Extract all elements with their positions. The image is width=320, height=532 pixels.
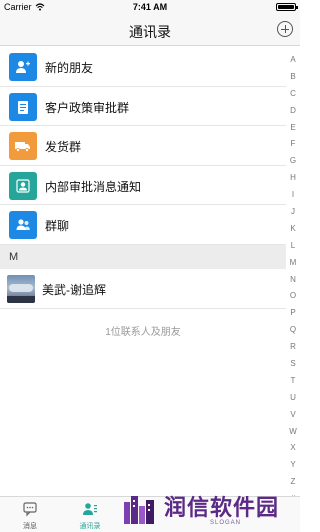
page-title: 通讯录 — [129, 24, 171, 40]
alphabet-letter[interactable]: O — [290, 288, 296, 305]
alphabet-letter[interactable]: E — [290, 120, 295, 137]
alphabet-letter[interactable]: A — [290, 52, 295, 69]
contact-name: 美武-谢追辉 — [42, 282, 106, 297]
truck-icon — [9, 132, 37, 161]
tab-label: 通讯录 — [79, 523, 101, 530]
list-item-label: 群聊 — [45, 219, 70, 234]
alphabet-letter[interactable]: C — [290, 86, 296, 103]
alphabet-letter[interactable]: D — [290, 103, 296, 120]
list-item-label: 新的朋友 — [45, 61, 94, 75]
avatar — [7, 274, 35, 303]
alphabet-letter[interactable]: Q — [290, 322, 296, 339]
alphabet-letter[interactable]: J — [291, 204, 295, 221]
contacts-icon — [83, 503, 97, 515]
watermark-text: 润信软件园 — [164, 495, 280, 520]
status-time: 7:41 AM — [132, 2, 168, 12]
add-circle-icon[interactable] — [277, 21, 293, 37]
alphabet-letter[interactable]: I — [292, 187, 294, 204]
message-icon — [23, 502, 37, 517]
building-logo-icon — [124, 496, 154, 524]
section-header: M — [0, 244, 286, 269]
list-item-label: 客户政策审批群 — [45, 100, 130, 115]
alphabet-letter[interactable]: M — [290, 255, 297, 272]
person-card-icon — [9, 171, 37, 200]
nav-bar: 通讯录 — [0, 14, 300, 46]
alphabet-letter[interactable]: W — [289, 424, 297, 441]
alphabet-letter[interactable]: T — [291, 373, 296, 390]
alphabet-letter[interactable]: S — [290, 356, 295, 373]
alphabet-letter[interactable]: H — [290, 170, 296, 187]
list-item-label: 内部审批消息通知 — [45, 179, 142, 194]
battery-fill — [278, 5, 294, 9]
tab-label: 消息 — [23, 523, 37, 530]
alphabet-letter[interactable]: V — [290, 407, 295, 424]
alphabet-letter[interactable]: P — [290, 305, 295, 322]
alphabet-letter[interactable]: G — [290, 153, 296, 170]
alphabet-letter[interactable]: K — [290, 221, 295, 238]
tab-messages[interactable]: 消息 — [0, 497, 60, 532]
clipboard-icon — [9, 92, 37, 121]
group-chat-icon — [9, 211, 37, 240]
alphabet-letter[interactable]: F — [291, 136, 296, 153]
contacts-list: 新的朋友 客户政策审批群 发货群 内部审批消息通知 群聊 M 美武-谢追辉 1位… — [0, 47, 286, 338]
list-item-label: 发货群 — [45, 140, 82, 155]
alphabet-letter[interactable]: U — [290, 390, 296, 407]
contacts-count: 1位联系人及朋友 — [105, 326, 181, 338]
watermark-logo: 润信软件园 SLOGAN — [118, 488, 300, 532]
alphabet-letter[interactable]: R — [290, 339, 296, 356]
list-item-internal-approval[interactable]: 内部审批消息通知 — [0, 166, 286, 206]
list-item-shipping-group[interactable]: 发货群 — [0, 126, 286, 166]
alphabet-index[interactable]: ABCDEFGHIJKLMNOPQRSTUVWXYZ# — [286, 52, 300, 508]
alphabet-letter[interactable]: Y — [290, 457, 295, 474]
alphabet-letter[interactable]: N — [290, 272, 296, 289]
list-item-new-friends[interactable]: 新的朋友 — [0, 47, 286, 87]
alphabet-letter[interactable]: L — [291, 238, 295, 255]
watermark-slogan: SLOGAN — [210, 520, 242, 526]
section-letter: M — [9, 250, 19, 263]
list-item-customer-policy[interactable]: 客户政策审批群 — [0, 87, 286, 127]
battery-icon — [276, 3, 298, 11]
status-bar: Carrier 7:41 AM — [0, 0, 300, 14]
add-friend-icon — [9, 53, 37, 81]
alphabet-letter[interactable]: X — [290, 440, 295, 457]
alphabet-letter[interactable]: B — [290, 69, 295, 86]
list-item-group-chat[interactable]: 群聊 — [0, 205, 286, 245]
contact-row[interactable]: 美武-谢追辉 — [0, 269, 286, 309]
tab-contacts[interactable]: 通讯录 — [60, 497, 120, 532]
